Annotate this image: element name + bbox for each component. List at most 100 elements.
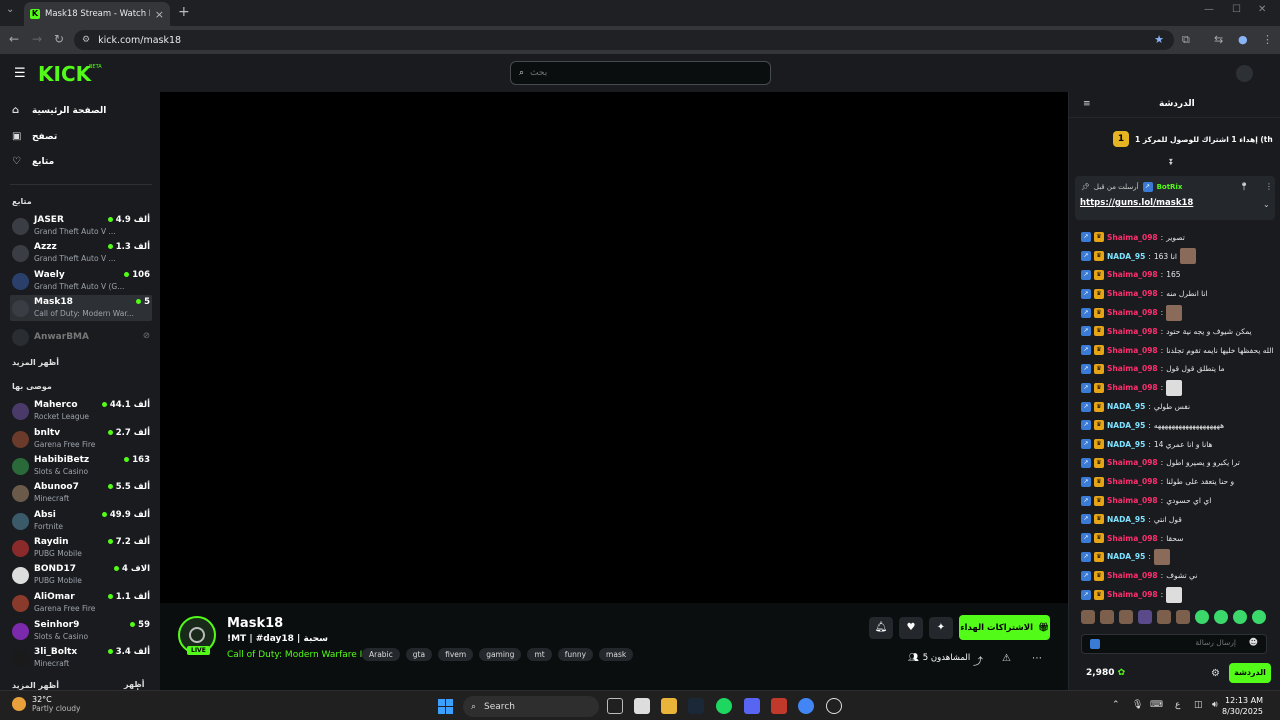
- chat-username[interactable]: Shaima_098: [1107, 534, 1158, 543]
- emote[interactable]: [1157, 610, 1171, 624]
- emote[interactable]: [1233, 610, 1247, 624]
- forward-icon[interactable]: →: [32, 32, 42, 46]
- pinned-link[interactable]: https://guns.lol/mask18: [1080, 198, 1193, 208]
- emoji-icon[interactable]: ☻: [1249, 638, 1258, 648]
- weather-widget[interactable]: 32°C Partly cloudy: [12, 695, 80, 713]
- chat-username[interactable]: Shaima_098: [1107, 308, 1158, 317]
- collapse-chat-icon[interactable]: ≡: [1083, 99, 1091, 109]
- emote[interactable]: [1119, 610, 1133, 624]
- minimize-icon[interactable]: —: [1204, 4, 1214, 15]
- chat-username[interactable]: Shaima_098: [1107, 477, 1158, 486]
- tab-list-icon[interactable]: ⌄: [6, 4, 14, 15]
- tag[interactable]: Arabic: [362, 648, 400, 661]
- emote[interactable]: [1100, 610, 1114, 624]
- network-icon[interactable]: ◫: [1194, 700, 1203, 710]
- tab-search-icon[interactable]: ⇆: [1214, 33, 1223, 46]
- app-icon-2[interactable]: [826, 698, 842, 714]
- channel-points[interactable]: 2,980 ✿: [1086, 668, 1125, 678]
- chat-username[interactable]: Shaima_098: [1107, 233, 1158, 242]
- chat-username[interactable]: NADA_95: [1107, 515, 1145, 524]
- chat-input[interactable]: [1106, 638, 1236, 647]
- maximize-icon[interactable]: ☐: [1232, 4, 1241, 15]
- chat-username[interactable]: Shaima_098: [1107, 383, 1158, 392]
- channel-seinhor9[interactable]: Seinhor9 Slots & Casino 59: [10, 618, 152, 644]
- chat-input-box[interactable]: ☻: [1081, 634, 1267, 654]
- chat-username[interactable]: Shaima_098: [1107, 364, 1158, 373]
- channel-3li-boltx[interactable]: 3li_Boltx Minecraft 3.4 ألف: [10, 645, 152, 671]
- report-icon[interactable]: ⚠: [1002, 653, 1011, 664]
- close-window-icon[interactable]: ✕: [1258, 4, 1266, 15]
- browser-menu-icon[interactable]: ⋮: [1262, 33, 1273, 46]
- chat-username[interactable]: Shaima_098: [1107, 346, 1158, 355]
- channel-mask18[interactable]: Mask18 Call of Duty: Modern War... 5: [10, 295, 152, 321]
- channel-aliomar[interactable]: AliOmar Garena Free Fire 1.1 ألف: [10, 590, 152, 616]
- sidebar-nav-following[interactable]: ♡ متابع: [12, 156, 54, 167]
- chat-username[interactable]: NADA_95: [1107, 421, 1145, 430]
- back-icon[interactable]: ←: [9, 32, 19, 46]
- chat-username[interactable]: Shaima_098: [1107, 289, 1158, 298]
- file-explorer-icon[interactable]: [661, 698, 677, 714]
- emote[interactable]: [1214, 610, 1228, 624]
- tag[interactable]: mask: [599, 648, 634, 661]
- channel-maherco[interactable]: Maherco Rocket League 44.1 ألف: [10, 398, 152, 424]
- channel-jaser[interactable]: JASER Grand Theft Auto V ... 4.9 ألف: [10, 213, 152, 239]
- chat-username[interactable]: Shaima_098: [1107, 496, 1158, 505]
- volume-icon[interactable]: 🔊︎: [1212, 700, 1218, 710]
- notification-bell-button[interactable]: 🔔︎: [869, 617, 893, 639]
- chat-settings-icon[interactable]: ⚙: [1211, 668, 1220, 679]
- show-more-recommended[interactable]: أظهر المزيد: [12, 681, 59, 690]
- reload-icon[interactable]: ↻: [54, 32, 64, 46]
- taskbar-search[interactable]: ⌕ Search: [463, 696, 599, 717]
- sparkle-button[interactable]: ✦: [929, 617, 953, 639]
- expand-goal-icon[interactable]: ⏬︎: [1169, 158, 1174, 168]
- emote[interactable]: [1176, 610, 1190, 624]
- video-player[interactable]: [160, 92, 1068, 603]
- tag[interactable]: mt: [527, 648, 552, 661]
- tag[interactable]: funny: [557, 648, 594, 661]
- channel-abunoo7[interactable]: Abunoo7 Minecraft 5.5 ألف: [10, 480, 152, 506]
- user-avatar[interactable]: [1236, 65, 1253, 82]
- pin-more-icon[interactable]: ⋮: [1265, 182, 1273, 191]
- mic-icon[interactable]: 🎙︎: [1132, 700, 1143, 710]
- browser-tab[interactable]: K Mask18 Stream - Watch Live on ×: [24, 2, 170, 26]
- unpin-icon[interactable]: 📍︎: [1239, 182, 1249, 191]
- channel-bond17[interactable]: BOND17 PUBG Mobile 4 الاف: [10, 562, 152, 588]
- search-input[interactable]: [530, 68, 731, 78]
- search-box[interactable]: ⌕: [510, 61, 771, 85]
- chat-username[interactable]: NADA_95: [1107, 252, 1145, 261]
- emote[interactable]: [1195, 610, 1209, 624]
- emote[interactable]: [1252, 610, 1266, 624]
- expand-pin-icon[interactable]: ⌄: [1263, 200, 1270, 209]
- bookmark-star-icon[interactable]: ★: [1154, 33, 1164, 46]
- app-icon[interactable]: [771, 698, 787, 714]
- show-less-recommended[interactable]: أظهر أقل: [124, 680, 160, 690]
- tag[interactable]: fivem: [438, 648, 474, 661]
- chat-username[interactable]: Shaima_098: [1107, 571, 1158, 580]
- channel-anwarbma[interactable]: AnwarBMA ⊘: [10, 324, 152, 350]
- discord-icon[interactable]: [744, 698, 760, 714]
- tag[interactable]: gta: [405, 648, 433, 661]
- chat-username[interactable]: Shaima_098: [1107, 270, 1158, 279]
- chat-username[interactable]: NADA_95: [1107, 552, 1145, 561]
- channel-azzz[interactable]: Azzz Grand Theft Auto V ... 1.3 ألف: [10, 240, 152, 266]
- close-tab-icon[interactable]: ×: [155, 8, 164, 21]
- keyboard-icon[interactable]: ⌨: [1150, 700, 1163, 710]
- new-tab-icon[interactable]: +: [178, 4, 190, 20]
- kick-logo[interactable]: KICK: [38, 62, 91, 86]
- chat-username[interactable]: NADA_95: [1107, 402, 1145, 411]
- chrome-icon[interactable]: [798, 698, 814, 714]
- chat-username[interactable]: Shaima_098: [1107, 458, 1158, 467]
- pinned-by-user[interactable]: BotRix: [1157, 183, 1183, 191]
- chat-username[interactable]: Shaima_098: [1107, 327, 1158, 336]
- emote[interactable]: [1138, 610, 1152, 624]
- site-info-icon[interactable]: ⚙: [82, 35, 90, 45]
- show-more-following[interactable]: أظهر المزيد: [12, 358, 59, 367]
- gift-subscription-button[interactable]: الاشتراكات الهداء 🎁︎: [959, 615, 1050, 640]
- sidebar-nav-home[interactable]: ⌂ الصفحة الرئيسية: [12, 105, 106, 116]
- stream-category[interactable]: Call of Duty: Modern Warfare III: [227, 650, 368, 660]
- streamer-name[interactable]: Mask18: [227, 616, 283, 631]
- channel-bnltv[interactable]: bnltv Garena Free Fire 2.7 ألف: [10, 426, 152, 452]
- language-indicator[interactable]: ع: [1175, 700, 1180, 710]
- menu-icon[interactable]: ☰: [14, 66, 26, 81]
- tag[interactable]: gaming: [479, 648, 522, 661]
